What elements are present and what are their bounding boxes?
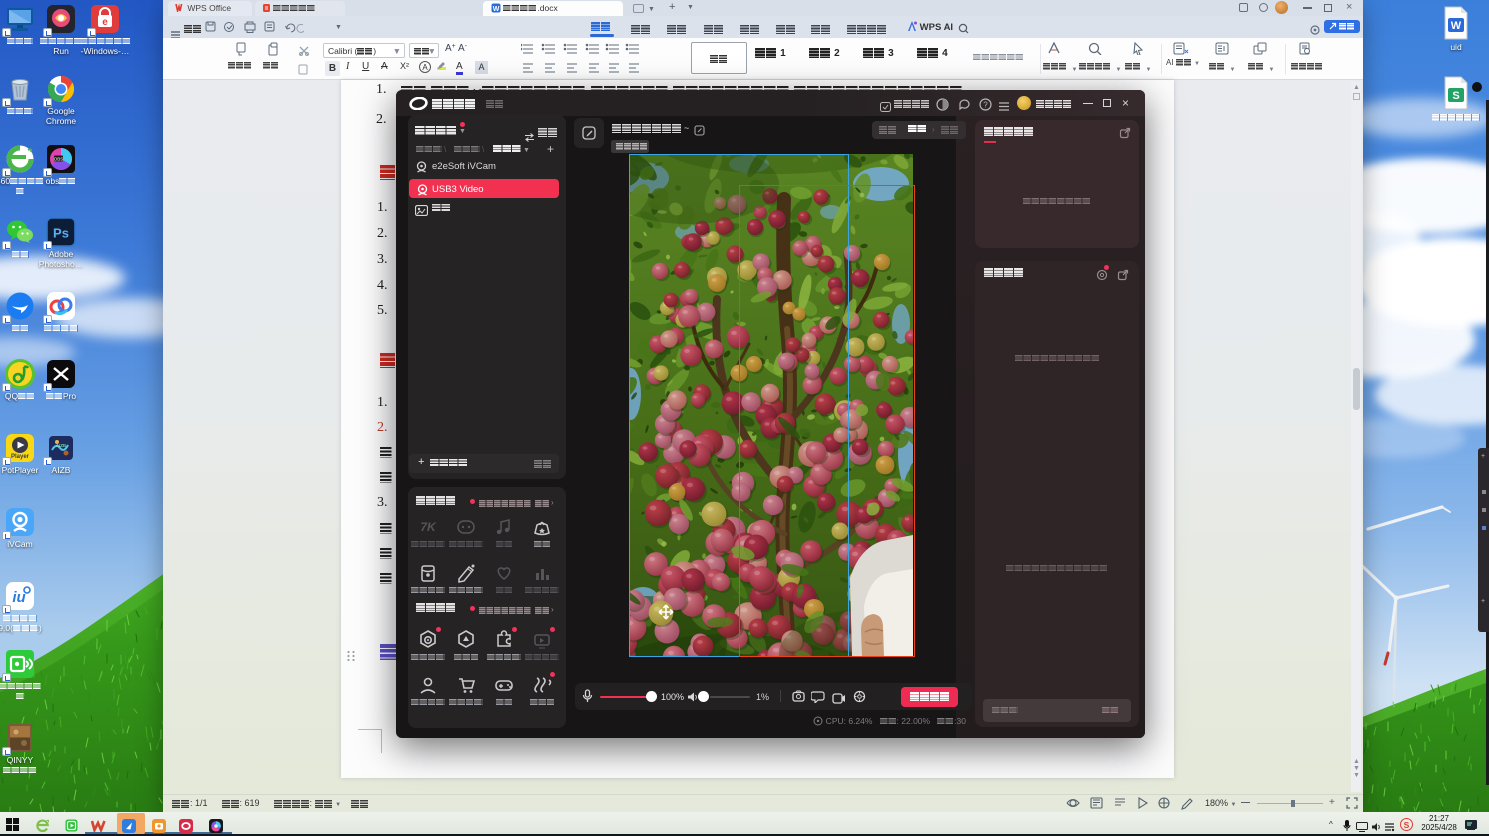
svg-text:Ps: Ps <box>53 226 69 241</box>
svg-text:OBS: OBS <box>54 157 64 162</box>
svg-text:Player: Player <box>11 454 30 460</box>
svg-text:W: W <box>493 5 500 12</box>
svg-text:W: W <box>1451 20 1462 32</box>
svg-text:?: ? <box>983 101 988 110</box>
svg-text:e: e <box>102 17 108 28</box>
svg-text:S: S <box>1452 90 1459 102</box>
svg-text:AIZB: AIZB <box>56 443 66 448</box>
svg-text:7K: 7K <box>420 520 437 534</box>
